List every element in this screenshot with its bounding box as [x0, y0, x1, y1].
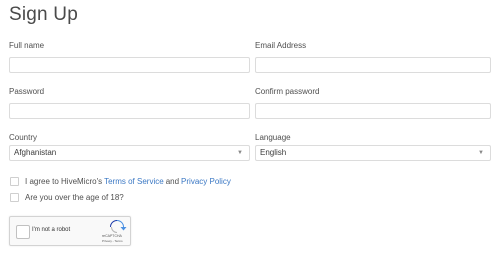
terms-prefix: I agree to HiveMicro's	[25, 177, 103, 186]
country-label: Country	[9, 133, 38, 142]
language-label: Language	[255, 133, 291, 142]
privacy-policy-link[interactable]: Privacy Policy	[181, 177, 231, 186]
terms-checkbox[interactable]	[10, 177, 19, 186]
email-label: Email Address	[255, 41, 307, 50]
language-value: English	[260, 148, 287, 157]
full-name-label: Full name	[9, 41, 45, 50]
terms-and-text: and	[165, 177, 180, 186]
email-input[interactable]	[255, 57, 491, 73]
confirm-password-label: Confirm password	[255, 87, 320, 96]
recaptcha-label: I'm not a robot	[32, 227, 71, 233]
language-select[interactable]: English ▼	[255, 145, 491, 161]
recaptcha-logo-icon	[110, 220, 127, 233]
recaptcha-checkbox[interactable]	[16, 225, 30, 239]
age-row: Are you over the age of 18?	[10, 193, 124, 202]
country-select[interactable]: Afghanistan ▼	[9, 145, 250, 161]
recaptcha-widget: I'm not a robot reCAPTCHA Privacy - Term…	[9, 216, 131, 246]
confirm-password-input[interactable]	[255, 103, 491, 119]
chevron-down-icon: ▼	[478, 150, 484, 156]
age-checkbox[interactable]	[10, 193, 19, 202]
full-name-input[interactable]	[9, 57, 250, 73]
password-input[interactable]	[9, 103, 250, 119]
recaptcha-privacy-terms[interactable]: Privacy - Terms	[102, 239, 123, 243]
chevron-down-icon: ▼	[237, 150, 243, 156]
country-value: Afghanistan	[14, 148, 57, 157]
page-title: Sign Up	[9, 4, 78, 25]
terms-of-service-link[interactable]: Terms of Service	[104, 177, 164, 186]
password-label: Password	[9, 87, 45, 96]
terms-row: I agree to HiveMicro's Terms of Service …	[10, 177, 233, 186]
age-label: Are you over the age of 18?	[25, 193, 124, 202]
recaptcha-brand: reCAPTCHA	[102, 234, 122, 238]
